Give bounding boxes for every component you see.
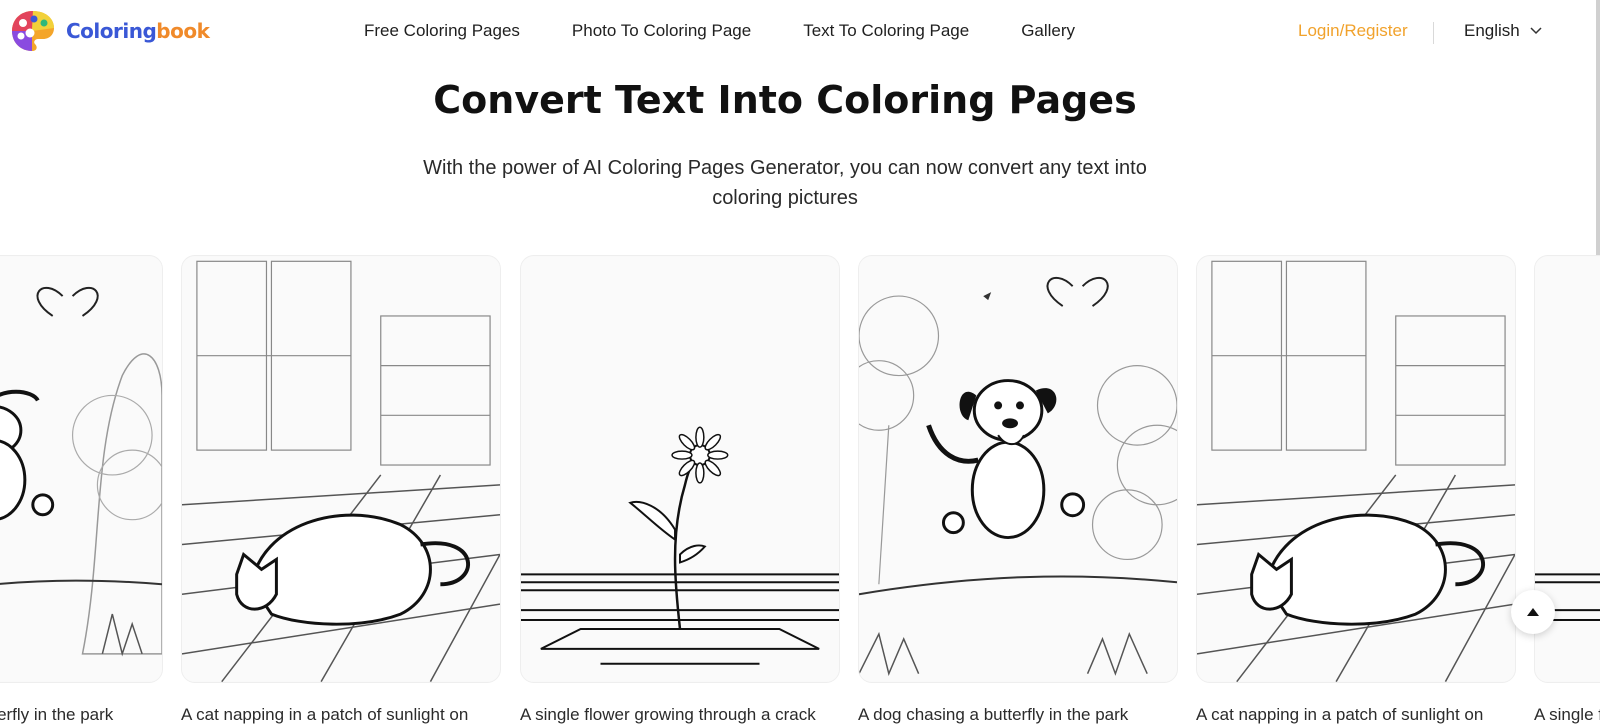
nav-photo-to-coloring-page[interactable]: Photo To Coloring Page xyxy=(572,21,751,41)
scrollbar[interactable] xyxy=(1596,0,1600,260)
logo[interactable]: Coloringbook xyxy=(10,9,210,53)
header-divider xyxy=(1433,22,1434,44)
gallery-card[interactable]: A single flower growing through a crack xyxy=(1534,255,1600,725)
brand-name: Coloringbook xyxy=(66,19,210,43)
coloring-image-dog-butterfly[interactable] xyxy=(0,255,163,683)
gallery-card[interactable]: A dog chasing a butterfly in the park xyxy=(0,255,163,725)
back-to-top-button[interactable] xyxy=(1511,590,1555,634)
main-nav: Free Coloring Pages Photo To Coloring Pa… xyxy=(364,21,1075,41)
card-caption: A cat napping in a patch of sunlight on xyxy=(1196,705,1484,724)
language-selector[interactable]: English xyxy=(1464,21,1542,41)
nav-text-to-coloring-page[interactable]: Text To Coloring Page xyxy=(803,21,969,41)
gallery-card[interactable]: A cat napping in a patch of sunlight on xyxy=(181,255,501,725)
card-caption: A dog chasing a butterfly in the park xyxy=(858,705,1129,724)
coloring-image-cat-napping[interactable] xyxy=(181,255,501,683)
page-subtitle: With the power of AI Coloring Pages Gene… xyxy=(423,157,1147,209)
login-register-link[interactable]: Login/Register xyxy=(1298,21,1408,41)
card-caption: A dog chasing a butterfly in the park xyxy=(0,705,114,724)
palette-logo-icon xyxy=(12,11,54,51)
example-gallery: A dog chasing a butterfly in the park xyxy=(0,255,1600,725)
gallery-card[interactable]: A single flower growing through a crack xyxy=(520,255,840,725)
card-caption: A single flower growing through a crack xyxy=(520,705,816,724)
gallery-card[interactable]: A dog chasing a butterfly in the park xyxy=(858,255,1178,725)
card-caption: A cat napping in a patch of sunlight on xyxy=(181,705,469,724)
language-label: English xyxy=(1464,21,1520,40)
page-title: Convert Text Into Coloring Pages xyxy=(433,78,1137,122)
coloring-image-flower-crack[interactable] xyxy=(520,255,840,683)
gallery-card[interactable]: A cat napping in a patch of sunlight on xyxy=(1196,255,1516,725)
nav-gallery[interactable]: Gallery xyxy=(1021,21,1075,41)
arrow-up-icon xyxy=(1527,608,1539,616)
chevron-down-icon xyxy=(1530,27,1542,35)
coloring-image-cat-napping[interactable] xyxy=(1196,255,1516,683)
card-caption: A single flower growing through a crack xyxy=(1534,705,1600,724)
nav-free-coloring-pages[interactable]: Free Coloring Pages xyxy=(364,21,520,41)
coloring-image-dog-butterfly[interactable] xyxy=(858,255,1178,683)
site-header: Coloringbook Free Coloring Pages Photo T… xyxy=(0,0,1600,66)
